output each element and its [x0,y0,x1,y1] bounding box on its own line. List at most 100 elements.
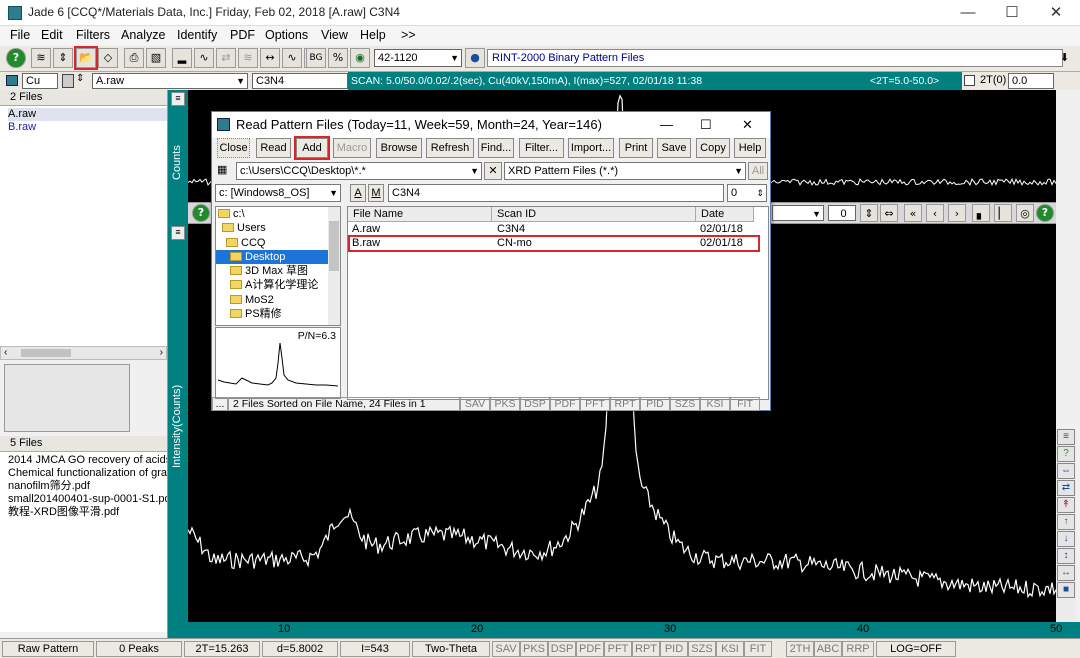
minimize-button[interactable]: — [946,0,990,26]
col-date[interactable]: Date [696,207,754,222]
calc-icon[interactable] [62,74,74,88]
wave-icon[interactable]: ≋ [238,48,258,68]
dlg-copy-button[interactable]: Copy [696,138,730,158]
comb-icon[interactable]: ▖ [972,204,990,222]
menu-icon[interactable]: ≡ [1057,429,1075,445]
horizontal-scrollbar[interactable]: ‹ › [0,346,167,360]
smooth-icon[interactable]: ∿ [282,48,302,68]
dlg-close-button[interactable]: Close [217,138,250,158]
right-icon[interactable]: › [948,204,966,222]
updown-small-icon[interactable]: ⇕ [76,73,84,84]
left-icon[interactable]: ‹ [926,204,944,222]
target-icon[interactable]: ◎ [1016,204,1034,222]
peak-icon[interactable]: ≋ [31,48,51,68]
panel-toggle-mid[interactable]: ≡ [171,226,185,240]
close-window-button[interactable]: ✕ [1034,0,1078,26]
search-input[interactable]: C3N4 [388,184,724,202]
tree-item-selected[interactable]: Desktop [216,249,340,265]
dlg-browse-button[interactable]: Browse [376,138,422,158]
dlg-save-button[interactable]: Save [657,138,691,158]
file-select[interactable]: A.raw ▼ [92,73,248,89]
menu-more[interactable]: >> [401,28,416,42]
updown-icon[interactable]: ⇕ [53,48,73,68]
clear-path-button[interactable]: ✕ [484,162,502,180]
mid-select[interactable]: ▼ [772,205,824,221]
dlg-refresh-button[interactable]: Refresh [426,138,474,158]
dlg-read-button[interactable]: Read [256,138,291,158]
file-item-a[interactable]: A.raw [8,108,167,121]
pdf-select[interactable]: 42-1120 ▼ [374,49,462,67]
menu-file[interactable]: File [10,28,30,42]
status-tag[interactable]: PKS [520,641,548,657]
tree-scrollbar[interactable] [328,207,340,325]
dlg-find-button[interactable]: Find... [478,138,514,158]
status-tag[interactable]: SZS [688,641,716,657]
a-button[interactable]: A [350,184,366,202]
tree-item[interactable]: Users [216,221,340,235]
status-tag[interactable]: KSI [716,641,744,657]
drop-icon[interactable]: ● [465,48,485,68]
dlg-macro-button[interactable]: Macro [333,138,371,158]
dlg-tag[interactable]: SAV [460,397,490,411]
table-row-selected[interactable]: B.raw CN-mo 02/01/18 [348,235,760,252]
dlg-tag[interactable]: DSP [520,397,550,411]
swap-icon[interactable]: ⇔ [880,204,898,222]
status-tag[interactable]: DSP [548,641,576,657]
menu-analyze[interactable]: Analyze [121,28,165,42]
save-icon[interactable]: ▧ [146,48,166,68]
status-tag[interactable]: FIT [744,641,772,657]
doc-item[interactable]: 2014 JMCA GO recovery of acids.p [8,454,167,467]
menu-edit[interactable]: Edit [41,28,63,42]
double-up-icon[interactable]: ↟ [1057,497,1075,513]
zoom-icon[interactable]: ⇔ [1057,463,1075,479]
dlg-import-button[interactable]: Import... [568,138,614,158]
status-tag[interactable]: PID [660,641,688,657]
print-icon[interactable]: ⎙ [124,48,144,68]
graph-icon[interactable]: ▏ [994,204,1012,222]
dlg-tag[interactable]: PDF [550,397,580,411]
dialog-minimize-button[interactable]: — [660,112,673,138]
all-button[interactable]: All [748,162,768,180]
dlg-add-button[interactable]: Add [294,136,330,160]
globe-icon[interactable]: ◉ [350,48,370,68]
sample-name-field[interactable]: C3N4 [252,73,348,89]
drive-select[interactable]: c: [Windows8_OS] ▼ [215,184,341,202]
chevron-left-icon[interactable]: ‹ [4,347,7,358]
status-tag[interactable]: RRP [842,641,874,657]
dlg-tag[interactable]: FIT [730,397,760,411]
maximize-button[interactable]: ☐ [990,0,1034,26]
dlg-tag[interactable]: RPT [610,397,640,411]
help-right-icon[interactable]: ? [1036,204,1054,222]
down-icon[interactable]: ↓ [1057,531,1075,547]
num-spinner[interactable]: 0 ⇕ [727,184,767,202]
tree-item[interactable]: A计算化学理论 [216,278,340,292]
percent-icon[interactable]: % [328,48,348,68]
vertical-arrows-icon[interactable]: ↕ [1057,548,1075,564]
tree-item[interactable]: MoS2 [216,293,340,307]
tree-item[interactable]: c:\ [216,207,340,221]
open-folder-icon[interactable]: 📂 [74,46,98,70]
file-type-select[interactable]: XRD Pattern Files (*.*) ▼ [504,162,746,180]
arrow-down-icon[interactable]: ⬇ [1060,51,1069,64]
status-tag[interactable]: ABC [814,641,842,657]
swap-icon[interactable]: ⇄ [1057,480,1075,496]
status-tag[interactable]: RPT [632,641,660,657]
dlg-help-button[interactable]: Help [734,138,766,158]
ellipsis-button[interactable]: ... [212,397,228,411]
pattern-icon[interactable]: ∿ [194,48,214,68]
menu-help[interactable]: Help [360,28,386,42]
help-small-icon[interactable]: ? [192,204,210,222]
dialog-maximize-button[interactable]: ☐ [700,112,712,138]
grid-icon[interactable]: ▦ [217,163,227,176]
dialog-close-button[interactable]: ✕ [742,112,753,138]
status-tag[interactable]: PDF [576,641,604,657]
bars-icon[interactable]: ▂ [172,48,192,68]
tree-item[interactable]: CCQ [216,236,340,250]
dlg-filter-button[interactable]: Filter... [519,138,564,158]
menu-filters[interactable]: Filters [76,28,110,42]
col-scanid[interactable]: Scan ID [492,207,696,222]
status-tag[interactable]: SAV [492,641,520,657]
move-icon[interactable]: ↔ [260,48,280,68]
dlg-tag[interactable]: PFT [580,397,610,411]
transfer-icon[interactable]: ⇄ [216,48,236,68]
